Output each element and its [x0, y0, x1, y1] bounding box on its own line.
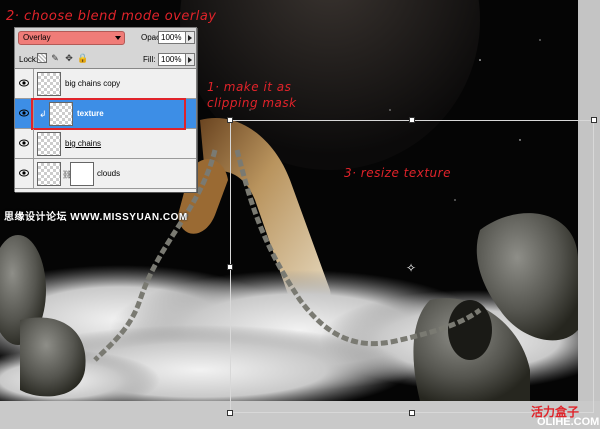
- lock-label: Lock:: [19, 55, 39, 64]
- texture-layer-highlight: [31, 98, 186, 130]
- transform-pivot-icon[interactable]: ✧: [406, 261, 416, 275]
- lock-pixels-brush-icon[interactable]: ✎: [50, 53, 60, 63]
- lock-transparency-icon[interactable]: [37, 53, 47, 63]
- transform-handle-top-left[interactable]: [227, 117, 233, 123]
- transform-handle-bottom-left[interactable]: [227, 410, 233, 416]
- visibility-toggle[interactable]: [15, 159, 34, 188]
- chevron-down-icon: [115, 36, 121, 40]
- lock-position-move-icon[interactable]: ✥: [64, 53, 74, 63]
- layer-list: big chains copy ↲ texture big chains ⛓ c…: [15, 68, 196, 192]
- annotation-step-1-line-1: 1· make it as: [207, 80, 292, 94]
- annotation-step-1-line-2: clipping mask: [207, 96, 297, 110]
- eye-icon: [19, 169, 29, 177]
- transform-handle-middle-left[interactable]: [227, 264, 233, 270]
- layer-thumbnail: [37, 132, 61, 156]
- eye-icon: [19, 139, 29, 147]
- transform-handle-top-right[interactable]: [591, 117, 597, 123]
- fill-input[interactable]: 100%: [158, 53, 186, 66]
- layer-thumbnail: [37, 72, 61, 96]
- visibility-toggle[interactable]: [15, 69, 34, 98]
- visibility-toggle[interactable]: [15, 129, 34, 158]
- layer-row-big-chains[interactable]: big chains: [15, 129, 196, 159]
- layer-thumbnail: [37, 162, 61, 186]
- watermark-olihe: OLIHE.COM: [537, 416, 600, 428]
- layer-row-clouds[interactable]: ⛓ clouds: [15, 159, 196, 189]
- opacity-slider-button[interactable]: [185, 31, 195, 44]
- fill-label: Fill:: [143, 55, 156, 64]
- opacity-input[interactable]: 100%: [158, 31, 186, 44]
- watermark-missyuan: 思缘设计论坛 WWW.MISSYUAN.COM: [4, 212, 188, 223]
- photoshop-canvas: ✧ 2· choose blend mode overlay 1· make i…: [0, 0, 600, 429]
- layer-name: clouds: [97, 169, 121, 178]
- fill-slider-button[interactable]: [185, 53, 195, 66]
- layer-mask-thumbnail[interactable]: [70, 162, 94, 186]
- eye-icon: [19, 109, 29, 117]
- lock-all-padlock-icon[interactable]: 🔒: [77, 53, 88, 63]
- transform-handle-top-middle[interactable]: [409, 117, 415, 123]
- layer-name: big chains copy: [65, 79, 121, 88]
- eye-icon: [19, 79, 29, 87]
- blend-mode-dropdown[interactable]: Overlay: [18, 31, 125, 45]
- layers-panel: Overlay Opacity: 100% Lock: ✎ ✥ 🔒 Fill: …: [14, 27, 197, 192]
- layer-name: big chains: [65, 139, 102, 148]
- transform-handle-bottom-middle[interactable]: [409, 410, 415, 416]
- annotation-step-2: 2· choose blend mode overlay: [6, 9, 217, 24]
- layer-row-big-chains-copy[interactable]: big chains copy: [15, 69, 196, 99]
- annotation-step-3: 3· resize texture: [344, 166, 451, 180]
- blend-mode-value: Overlay: [23, 33, 51, 42]
